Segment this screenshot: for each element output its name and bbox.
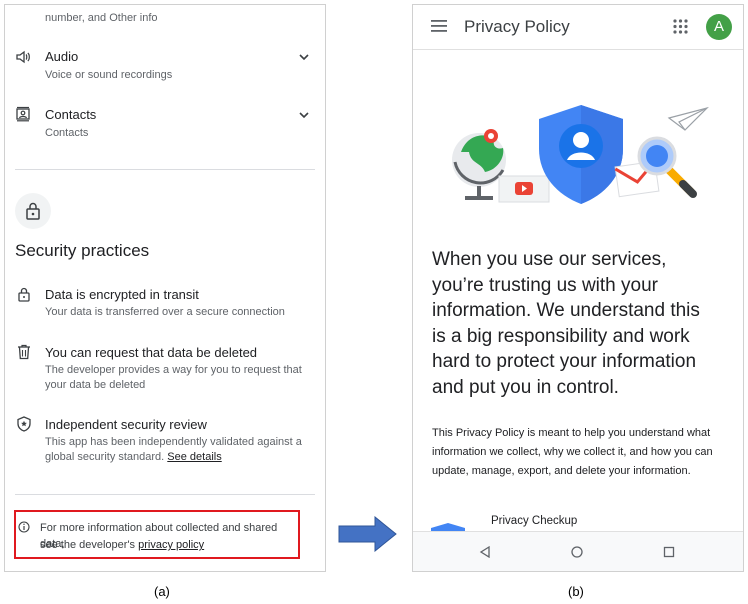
lock-icon bbox=[26, 202, 40, 220]
security-item-desc-line2: your data be deleted bbox=[45, 379, 146, 391]
body-line: This Privacy Policy is meant to help you… bbox=[432, 427, 711, 439]
security-item-title: Independent security review bbox=[45, 417, 207, 432]
trash-icon bbox=[18, 344, 30, 360]
contacts-subtitle: Contacts bbox=[45, 127, 89, 139]
privacy-policy-screen: Privacy Policy A When you use our servic… bbox=[412, 4, 744, 572]
recents-icon[interactable] bbox=[663, 546, 675, 558]
info-note-text: see the developer's bbox=[40, 539, 136, 551]
divider bbox=[15, 169, 315, 170]
video-icon bbox=[498, 175, 550, 203]
shield-star-icon bbox=[17, 416, 31, 432]
system-nav-bar bbox=[413, 531, 743, 571]
security-heading: Security practices bbox=[15, 241, 150, 260]
shield-user-icon bbox=[539, 105, 623, 204]
app-header: Privacy Policy A bbox=[413, 5, 743, 50]
see-details-link[interactable]: See details bbox=[167, 451, 221, 463]
info-icon bbox=[18, 521, 30, 533]
divider bbox=[15, 494, 315, 495]
security-item-desc-line2: global security standard. See details bbox=[45, 449, 222, 465]
chevron-down-icon[interactable] bbox=[297, 108, 311, 122]
audio-title: Audio bbox=[45, 49, 79, 64]
caption-b: (b) bbox=[568, 584, 584, 599]
intro-line: hard to protect your information bbox=[432, 351, 697, 372]
intro-line: When you use our services, bbox=[432, 249, 667, 270]
partial-data-text: number, and Other info bbox=[45, 12, 158, 24]
privacy-checkup-heading[interactable]: Privacy Checkup bbox=[491, 515, 577, 527]
security-item-desc-line1: The developer provides a way for you to … bbox=[45, 364, 302, 376]
privacy-info-highlight: For more information about collected and… bbox=[14, 510, 300, 559]
privacy-illustration bbox=[452, 105, 709, 204]
globe-icon bbox=[452, 129, 506, 200]
intro-paragraph: When you use our services, you’re trusti… bbox=[432, 247, 700, 400]
security-item-desc-line1: This app has been independently validate… bbox=[45, 436, 302, 448]
menu-icon[interactable] bbox=[431, 19, 447, 33]
caption-a: (a) bbox=[154, 584, 170, 599]
info-note-line2: see the developer's privacy policy bbox=[40, 537, 204, 553]
chevron-down-icon[interactable] bbox=[297, 50, 311, 64]
lock-icon bbox=[18, 287, 30, 302]
security-item-title: You can request that data be deleted bbox=[45, 345, 258, 360]
intro-line: and put you in control. bbox=[432, 376, 619, 398]
right-arrow-icon bbox=[338, 516, 397, 552]
back-icon[interactable] bbox=[479, 546, 491, 558]
privacy-policy-link[interactable]: privacy policy bbox=[138, 539, 204, 551]
contacts-title: Contacts bbox=[45, 107, 97, 122]
paper-plane-icon bbox=[667, 106, 709, 131]
data-safety-panel: number, and Other info Audio Voice or so… bbox=[4, 4, 326, 572]
security-item-desc: Your data is transferred over a secure c… bbox=[45, 306, 285, 318]
body-line: information we collect, why we collect i… bbox=[432, 446, 713, 458]
policy-description: This Privacy Policy is meant to help you… bbox=[432, 424, 713, 481]
account-avatar[interactable]: A bbox=[706, 14, 732, 40]
page-title: Privacy Policy bbox=[464, 17, 570, 36]
home-icon[interactable] bbox=[571, 546, 583, 558]
body-line: update, manage, export, and delete your … bbox=[432, 465, 691, 477]
security-item-desc-text: global security standard. bbox=[45, 451, 165, 463]
intro-line: information. We understand this bbox=[432, 300, 700, 321]
security-item-title: Data is encrypted in transit bbox=[45, 287, 199, 302]
intro-line: you’re trusting us with your bbox=[432, 274, 658, 296]
speaker-icon bbox=[16, 50, 30, 64]
audio-subtitle: Voice or sound recordings bbox=[45, 69, 173, 81]
security-badge bbox=[15, 193, 51, 229]
intro-line: is a big responsibility and work bbox=[432, 325, 690, 347]
contacts-icon bbox=[16, 106, 30, 122]
apps-grid-icon[interactable] bbox=[673, 19, 688, 34]
